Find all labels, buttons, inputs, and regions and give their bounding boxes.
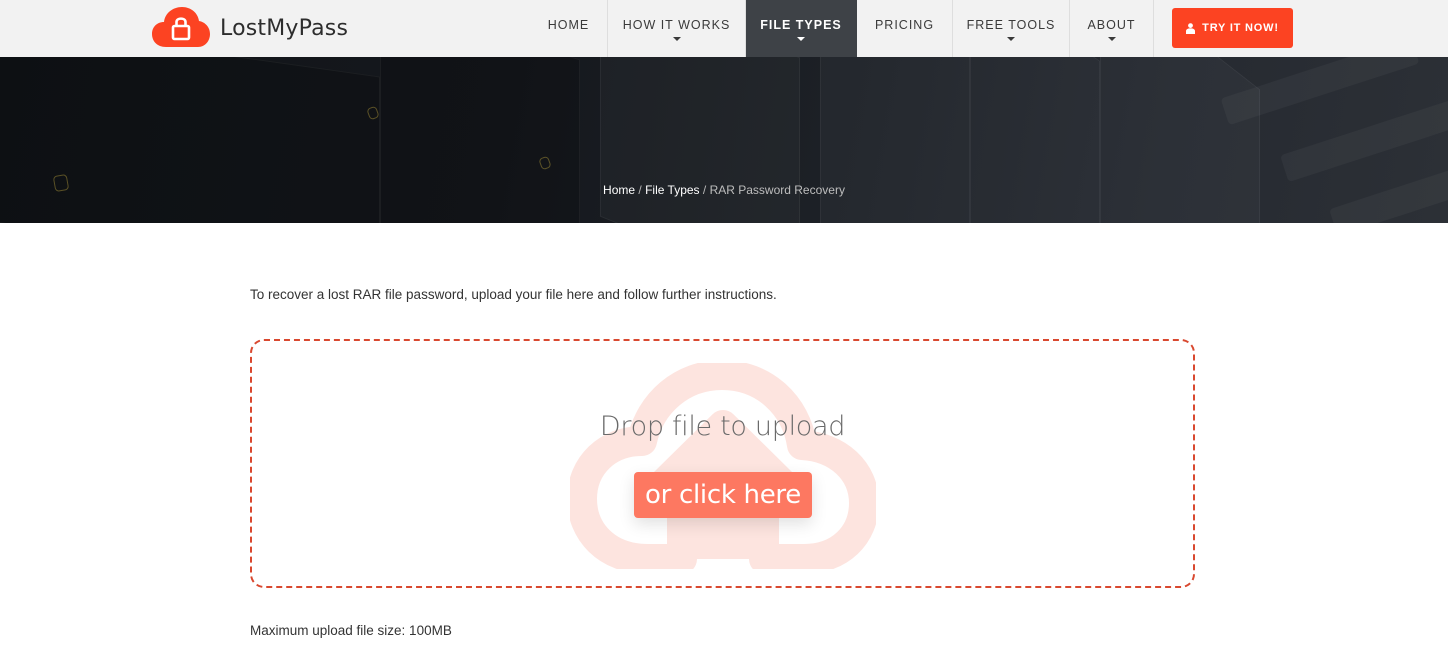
breadcrumb-home[interactable]: Home	[603, 183, 635, 197]
try-it-now-button[interactable]: TRY IT NOW!	[1172, 8, 1293, 48]
breadcrumb-current: RAR Password Recovery	[709, 183, 845, 197]
max-upload-size: Maximum upload file size: 100MB	[250, 623, 452, 638]
user-icon	[1186, 22, 1196, 34]
dropzone-title: Drop file to upload	[599, 411, 846, 442]
logo[interactable]: LostMyPass	[152, 7, 348, 49]
nav-how-it-works-label: HOW IT WORKS	[622, 17, 731, 32]
cloud-lock-logo-icon	[152, 7, 210, 47]
nav-how-it-works[interactable]: HOW IT WORKS	[608, 0, 746, 57]
caret-down-icon	[1107, 37, 1116, 41]
caret-down-icon	[672, 37, 681, 41]
nav-free-tools-label: FREE TOOLS	[966, 17, 1056, 32]
site-header: LostMyPass HOME HOW IT WORKS FILE TYPES …	[0, 0, 1448, 57]
nav-pricing-label: PRICING	[874, 17, 935, 32]
cloud-upload-icon	[570, 363, 876, 569]
nav-home[interactable]: HOME	[530, 0, 608, 57]
nav-about-label: ABOUT	[1087, 17, 1136, 32]
intro-text: To recover a lost RAR file password, upl…	[250, 287, 777, 302]
nav-free-tools[interactable]: FREE TOOLS	[953, 0, 1070, 57]
logo-text: LostMyPass	[220, 15, 349, 41]
click-to-upload-button[interactable]: or click here	[634, 472, 812, 518]
breadcrumb: Home / File Types / RAR Password Recover…	[0, 183, 1448, 197]
try-it-now-label: TRY IT NOW!	[1202, 22, 1279, 34]
file-dropzone[interactable]: Drop file to upload or click here	[250, 339, 1195, 588]
caret-down-icon	[797, 37, 805, 41]
hero-banner: Home / File Types / RAR Password Recover…	[0, 57, 1448, 223]
nav-file-types[interactable]: FILE TYPES	[746, 0, 857, 57]
breadcrumb-file-types[interactable]: File Types	[645, 183, 699, 197]
nav-pricing[interactable]: PRICING	[857, 0, 953, 57]
caret-down-icon	[1007, 37, 1015, 41]
nav-file-types-label: FILE TYPES	[760, 17, 842, 32]
nav-about[interactable]: ABOUT	[1070, 0, 1154, 57]
breadcrumb-separator: /	[702, 183, 710, 197]
nav-home-label: HOME	[547, 17, 590, 32]
main-nav: HOME HOW IT WORKS FILE TYPES PRICING FRE…	[530, 0, 1154, 57]
